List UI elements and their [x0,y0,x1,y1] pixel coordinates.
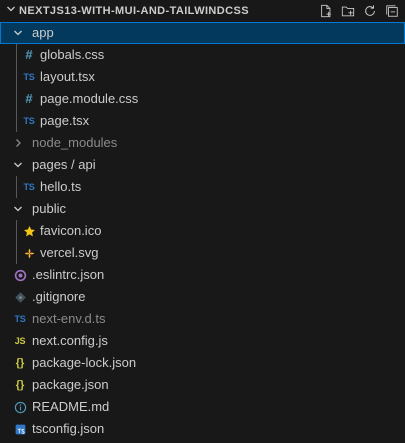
css-icon: # [25,47,33,62]
explorer-actions [317,2,401,20]
tree-file[interactable]: TS next-env.d.ts [0,308,405,330]
tree-item-label: README.md [32,399,110,414]
tree-item-label: hello.ts [40,179,82,194]
tree-item-label: package.json [32,377,109,392]
tree-file[interactable]: TS layout.tsx [0,66,405,88]
chevron-right-icon[interactable] [11,135,25,151]
indent-guide [16,44,17,66]
indent-guide [16,66,17,88]
chevron-down-icon[interactable] [11,201,25,217]
indent-guide [16,242,17,264]
tree-item-label: favicon.ico [40,223,102,238]
tree-file[interactable]: # page.module.css [0,88,405,110]
tree-file[interactable]: .eslintrc.json [0,264,405,286]
tree-item-label: next-env.d.ts [32,311,106,326]
tree-item-label: vercel.svg [40,245,99,260]
star-icon [22,223,36,239]
typescript-icon: TS [23,116,35,126]
tree-file[interactable]: favicon.ico [0,220,405,242]
svg-file-icon [22,245,36,261]
info-icon [13,399,27,415]
tree-file[interactable]: TS page.tsx [0,110,405,132]
typescript-icon: TS [14,314,26,324]
tree-item-label: app [32,25,54,40]
tree-item-label: page.tsx [40,113,90,128]
chevron-down-icon[interactable] [11,157,25,173]
tree-file[interactable]: {} package-lock.json [0,352,405,374]
file-tree: app # globals.css TS layout.tsx # page.module.… [0,22,405,440]
tree-folder[interactable]: pages / api [0,154,405,176]
json-icon: {} [15,379,25,391]
eslint-icon [13,267,27,283]
tree-item-label: tsconfig.json [32,421,105,436]
explorer-header[interactable]: NEXTJS13-WITH-MUI-AND-TAILWINDCSS [0,0,405,22]
tree-folder[interactable]: node_modules [0,132,405,154]
tree-file[interactable]: vercel.svg [0,242,405,264]
tree-file[interactable]: tsconfig.json [0,418,405,440]
tree-file[interactable]: README.md [0,396,405,418]
json-icon: {} [15,357,25,369]
indent-guide [16,88,17,110]
collapse-all-icon[interactable] [383,2,401,20]
tree-item-label: pages / api [32,157,96,172]
tree-item-label: layout.tsx [40,69,95,84]
indent-guide [16,176,17,198]
tree-item-label: globals.css [40,47,105,62]
tree-item-label: public [32,201,66,216]
tree-file[interactable]: JS next.config.js [0,330,405,352]
tree-file[interactable]: .gitignore [0,286,405,308]
tree-folder[interactable]: app [0,22,405,44]
tree-item-label: package-lock.json [32,355,137,370]
tree-file[interactable]: TS hello.ts [0,176,405,198]
tree-item-label: next.config.js [32,333,108,348]
tree-item-label: node_modules [32,135,118,150]
tree-item-label: page.module.css [40,91,139,106]
tree-item-label: .eslintrc.json [32,267,105,282]
typescript-icon: TS [23,182,35,192]
tree-item-label: .gitignore [32,289,86,304]
indent-guide [16,220,17,242]
css-icon: # [25,91,33,106]
indent-guide [16,110,17,132]
tree-file[interactable]: {} package.json [0,374,405,396]
chevron-down-icon[interactable] [11,25,25,41]
typescript-icon: TS [23,72,35,82]
workspace-title: NEXTJS13-WITH-MUI-AND-TAILWINDCSS [19,5,249,17]
file-explorer: NEXTJS13-WITH-MUI-AND-TAILWINDCSS app # gl… [0,0,405,443]
chevron-down-icon[interactable] [4,3,18,19]
git-icon [13,289,27,305]
tree-file[interactable]: # globals.css [0,44,405,66]
refresh-icon[interactable] [361,2,379,20]
javascript-icon: JS [14,336,26,346]
tree-folder[interactable]: public [0,198,405,220]
new-file-icon[interactable] [317,2,335,20]
new-folder-icon[interactable] [339,2,357,20]
tsconfig-icon [13,421,27,437]
